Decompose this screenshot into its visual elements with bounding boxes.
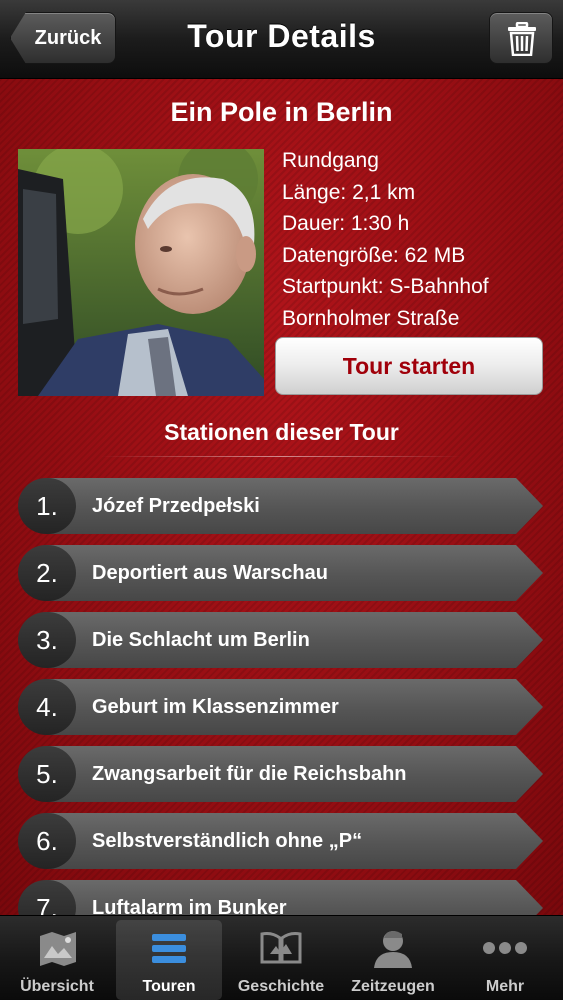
- list-icon: [152, 934, 186, 963]
- delete-button[interactable]: [489, 12, 553, 64]
- station-item[interactable]: 1. Józef Przedpełski: [18, 478, 543, 534]
- station-item[interactable]: 4. Geburt im Klassenzimmer: [18, 679, 543, 735]
- station-label: Die Schlacht um Berlin: [92, 629, 310, 651]
- tour-info: Rundgang Länge: 2,1 km Dauer: 1:30 h Dat…: [282, 145, 552, 334]
- station-number: 1.: [18, 478, 76, 534]
- more-icon: [483, 942, 527, 954]
- tour-start-point-street: Bornholmer Straße: [282, 306, 460, 330]
- station-item[interactable]: 3. Die Schlacht um Berlin: [18, 612, 543, 668]
- tab-label: Zeitzeugen: [351, 978, 435, 995]
- tab-touren[interactable]: Touren: [116, 920, 222, 1000]
- navigation-bar: Zurück Tour Details: [0, 0, 563, 79]
- tab-label: Geschichte: [237, 978, 325, 995]
- station-label: Deportiert aus Warschau: [92, 562, 328, 584]
- station-number: 5.: [18, 746, 76, 802]
- tab-geschichte[interactable]: Geschichte: [228, 920, 334, 1000]
- tab-label: Übersicht: [20, 978, 94, 995]
- tour-data-size: Datengröße: 62 MB: [282, 243, 466, 267]
- tour-type: Rundgang: [282, 149, 379, 172]
- station-label: Luftalarm im Bunker: [92, 897, 287, 915]
- station-item[interactable]: 2. Deportiert aus Warschau: [18, 545, 543, 601]
- tour-duration: Dauer: 1:30 h: [282, 212, 410, 235]
- tour-length: Länge: 2,1 km: [282, 180, 416, 204]
- tab-uebersicht[interactable]: Übersicht: [4, 920, 110, 1000]
- tour-start-point: Startpunkt: S-Bahnhof: [282, 275, 489, 298]
- map-icon: [40, 932, 76, 966]
- station-label: Józef Przedpełski: [92, 495, 260, 517]
- trash-icon: [508, 22, 536, 56]
- tab-zeitzeugen[interactable]: Zeitzeugen: [340, 920, 446, 1000]
- station-item[interactable]: 6. Selbstverständlich ohne „P“: [18, 813, 543, 869]
- start-tour-button[interactable]: Tour starten: [275, 337, 543, 395]
- station-number: 6.: [18, 813, 76, 869]
- station-item[interactable]: 7. Luftalarm im Bunker: [18, 880, 543, 915]
- tab-mehr[interactable]: Mehr: [452, 920, 558, 1000]
- portrait-image: [18, 149, 264, 396]
- person-icon: [374, 931, 412, 968]
- tour-details-content[interactable]: Ein Pole in Berlin Rundgang Länge: 2,1 k…: [0, 79, 563, 915]
- stations-heading: Stationen dieser Tour: [164, 419, 399, 445]
- station-item[interactable]: 5. Zwangsarbeit für die Reichsbahn: [18, 746, 543, 802]
- book-icon: [260, 932, 302, 964]
- station-label: Geburt im Klassenzimmer: [92, 696, 339, 718]
- tab-label: Mehr: [485, 978, 525, 995]
- section-divider: [100, 456, 463, 457]
- station-number: 3.: [18, 612, 76, 668]
- tour-photo: [18, 149, 264, 396]
- station-label: Selbstverständlich ohne „P“: [92, 830, 363, 852]
- tour-title: Ein Pole in Berlin: [170, 97, 393, 127]
- app-screen: Zurück Tour Details Ein Pole in Berlin R…: [0, 0, 563, 1000]
- page-title: Tour Details: [187, 18, 376, 54]
- station-label: Zwangsarbeit für die Reichsbahn: [92, 763, 407, 785]
- station-number: 2.: [18, 545, 76, 601]
- tab-label: Touren: [142, 978, 196, 995]
- station-number: 4.: [18, 679, 76, 735]
- tab-bar: Übersicht Touren Geschichte Zeitzeugen M…: [0, 915, 563, 1000]
